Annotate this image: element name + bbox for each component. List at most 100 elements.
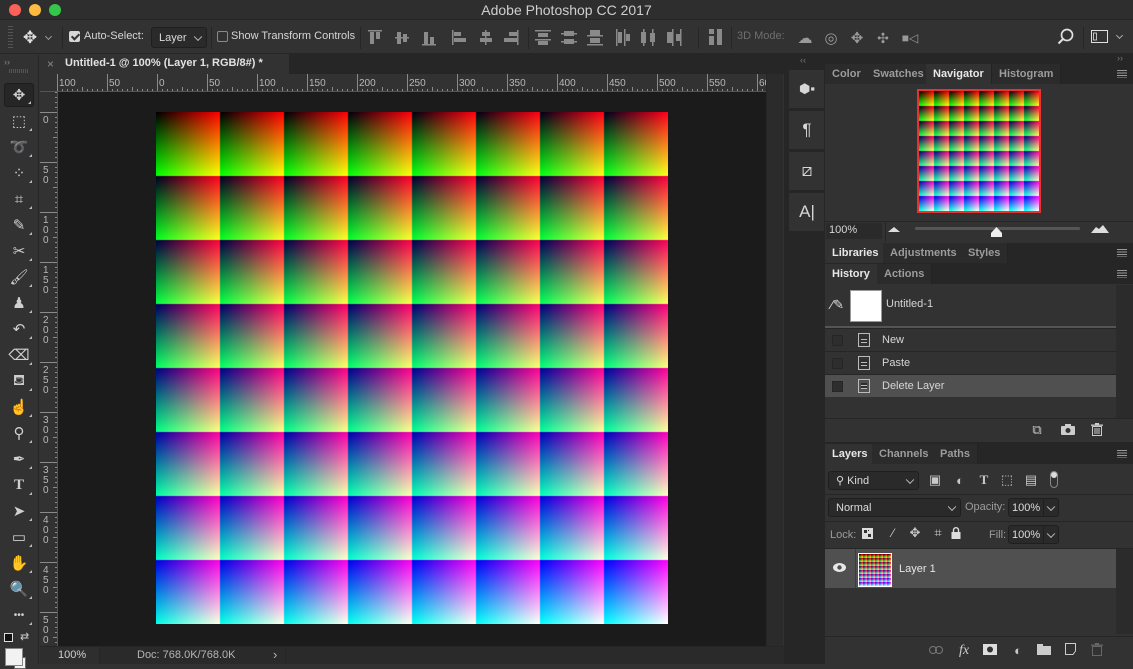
tool-crop[interactable]: ⌗	[4, 187, 34, 211]
new-group-icon[interactable]	[1037, 644, 1051, 655]
tab-swatches[interactable]: Swatches	[866, 64, 932, 84]
layer-name[interactable]: Layer 1	[899, 563, 936, 575]
fill-field[interactable]: 100%	[1008, 525, 1044, 544]
navigator-zoom-slider-handle[interactable]	[991, 227, 1002, 237]
document-tab[interactable]: × Untitled-1 @ 100% (Layer 1, RGB/8#) *	[40, 54, 290, 74]
tab-adjustments[interactable]: Adjustments	[883, 243, 965, 263]
history-snapshot[interactable]: ⁄✎ Untitled-1	[825, 285, 1116, 326]
tool-brush[interactable]: 🖌	[4, 265, 34, 289]
distribute-vertical-centers-icon[interactable]	[561, 31, 577, 44]
tool-quick-selection[interactable]: ⁘	[4, 161, 34, 185]
auto-align-layers-icon[interactable]	[708, 29, 724, 47]
vertical-ruler[interactable]: 050100150200250300350400450500	[40, 92, 58, 646]
distribute-top-icon[interactable]	[535, 30, 551, 45]
properties-panel-button[interactable]: ⧄	[788, 151, 826, 191]
orbit-3d-icon[interactable]: ☁	[795, 28, 815, 48]
drag-3d-icon[interactable]: ✥	[847, 28, 867, 48]
tool-spot-healing[interactable]: ✂	[4, 239, 34, 263]
align-vertical-centers-icon[interactable]	[395, 32, 409, 44]
zoom-level-field[interactable]: 100%	[40, 647, 100, 664]
character-panel-button[interactable]: A|	[788, 192, 826, 232]
search-icon[interactable]	[1057, 28, 1075, 46]
type-layer-filter-icon[interactable]: T	[977, 472, 991, 487]
tool-history-brush[interactable]: ↶	[4, 317, 34, 341]
navigator-thumbnail[interactable]	[917, 89, 1041, 213]
slide-3d-icon[interactable]: ✣	[873, 28, 893, 48]
layers-scrollbar[interactable]	[1116, 549, 1133, 634]
workspace-chevron-down-icon[interactable]	[1114, 31, 1124, 42]
history-state[interactable]: Paste	[825, 351, 1116, 374]
tool-eyedropper[interactable]: ✎	[4, 213, 34, 237]
horizontal-ruler[interactable]: 1005005010015020025030035040045050055060	[40, 74, 767, 92]
history-state[interactable]: New	[825, 328, 1116, 351]
document-canvas[interactable]	[156, 112, 668, 624]
swap-colors-icon[interactable]: ⇄	[20, 630, 29, 643]
tool-path-selection[interactable]: ➤	[4, 499, 34, 523]
close-tab-icon[interactable]: ×	[47, 57, 54, 71]
tools-collapse-icon[interactable]: ››	[4, 57, 10, 67]
align-right-edges-icon[interactable]	[504, 30, 519, 45]
filter-kind-dropdown[interactable]: ⚲ Kind	[828, 471, 919, 490]
add-layer-mask-icon[interactable]	[983, 644, 997, 655]
tool-hand[interactable]: ✋	[4, 551, 34, 575]
3d-panel-button[interactable]: ⬢▪	[788, 69, 826, 109]
tab-channels[interactable]: Channels	[872, 444, 937, 464]
navigator-panel-menu-icon[interactable]	[1117, 70, 1127, 78]
new-document-from-state-icon[interactable]: ⧉	[1029, 422, 1045, 438]
layer-style-fx-icon[interactable]: fx	[959, 643, 969, 659]
tool-rectangular-marquee[interactable]: ⬚	[4, 109, 34, 133]
lock-image-pixels-icon[interactable]: ⁄	[886, 526, 900, 540]
layer-visibility-eye-icon[interactable]	[833, 563, 846, 572]
new-layer-icon[interactable]	[1065, 643, 1076, 655]
lock-artboard-icon[interactable]: ⌗	[931, 525, 945, 540]
align-top-edges-icon[interactable]	[368, 30, 382, 44]
default-colors-icon[interactable]	[4, 633, 13, 642]
opacity-field[interactable]: 100%	[1008, 498, 1044, 517]
tab-navigator[interactable]: Navigator	[926, 64, 992, 84]
roll-3d-icon[interactable]: ◎	[821, 28, 841, 48]
tool-clone-stamp[interactable]: ♟	[4, 291, 34, 315]
tab-styles[interactable]: Styles	[961, 243, 1009, 263]
show-transform-controls-checkbox[interactable]	[217, 31, 228, 42]
tool-paint-bucket[interactable]: ⛾	[4, 369, 34, 393]
delete-state-icon[interactable]	[1091, 423, 1103, 436]
tool-dodge[interactable]: ⚲	[4, 421, 34, 445]
move-tool-preset-icon[interactable]: ✥	[20, 28, 40, 47]
tool-pen[interactable]: ✒	[4, 447, 34, 471]
distribute-bottom-icon[interactable]	[587, 30, 603, 46]
shape-layer-filter-icon[interactable]: ⬚	[1000, 472, 1014, 487]
history-brush-source-icon[interactable]: ⁄✎	[831, 297, 844, 313]
paragraph-panel-button[interactable]: ¶	[788, 110, 826, 150]
tool-type[interactable]: T	[4, 473, 34, 497]
tab-color[interactable]: Color	[825, 64, 869, 84]
tab-libraries[interactable]: Libraries	[825, 243, 887, 263]
history-brush-source-checkbox[interactable]	[832, 334, 843, 346]
align-left-edges-icon[interactable]	[452, 30, 466, 45]
tool-preset-chevron-down-icon[interactable]	[42, 31, 54, 45]
lock-all-icon[interactable]	[951, 527, 961, 539]
tool-edit-toolbar[interactable]: •••	[4, 603, 34, 627]
tab-histogram[interactable]: Histogram	[992, 64, 1062, 84]
pixel-layer-filter-icon[interactable]: ▣	[928, 472, 942, 487]
layers-panel-menu-icon[interactable]	[1117, 450, 1127, 458]
auto-select-checkbox[interactable]	[69, 31, 80, 42]
history-brush-source-checkbox[interactable]	[832, 380, 843, 392]
create-snapshot-icon[interactable]	[1061, 424, 1075, 435]
distribute-horizontal-centers-icon[interactable]	[641, 29, 655, 46]
delete-layer-icon[interactable]	[1091, 643, 1103, 656]
lock-position-icon[interactable]: ✥	[908, 525, 922, 540]
workspace-switcher-icon[interactable]	[1091, 30, 1109, 44]
tool-lasso[interactable]: ➰	[4, 135, 34, 159]
zoom-out-icon[interactable]	[888, 226, 900, 232]
history-scrollbar[interactable]	[1116, 285, 1133, 418]
link-layers-icon[interactable]	[929, 646, 943, 654]
zoom-in-icon[interactable]	[1091, 224, 1109, 233]
layer-row[interactable]: Layer 1	[825, 549, 1116, 588]
tab-paths[interactable]: Paths	[933, 444, 978, 464]
dock-collapse-icon[interactable]: ‹‹	[800, 55, 806, 65]
distribute-left-icon[interactable]	[616, 29, 630, 46]
adjustment-layer-filter-icon[interactable]: ◐	[953, 473, 967, 488]
libraries-panel-menu-icon[interactable]	[1117, 249, 1127, 257]
foreground-color-swatch[interactable]	[5, 648, 23, 666]
blend-mode-dropdown[interactable]: Normal	[828, 498, 961, 517]
